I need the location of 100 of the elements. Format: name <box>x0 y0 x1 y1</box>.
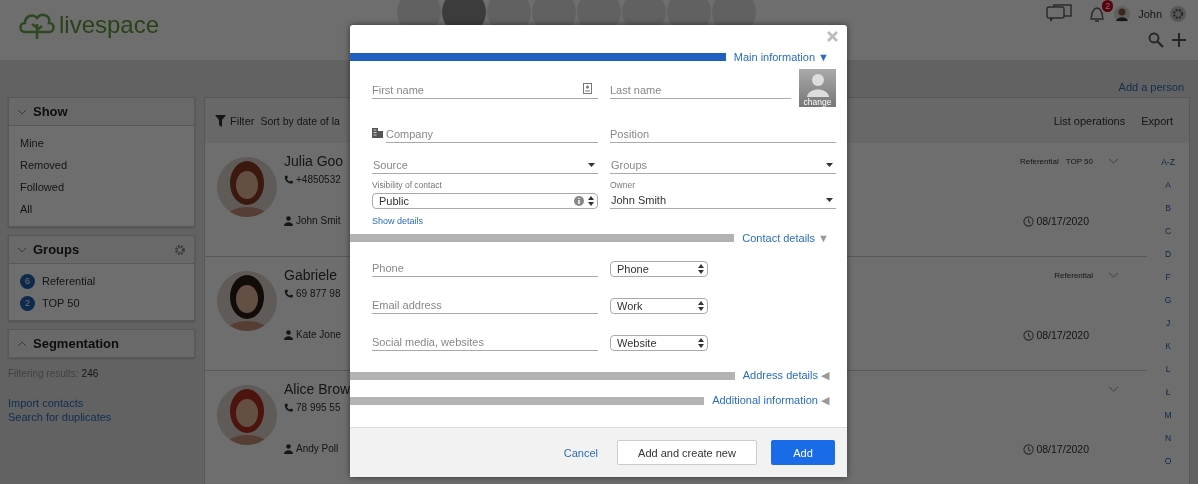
owner-dropdown[interactable]: John Smith <box>610 193 836 209</box>
search-icon[interactable] <box>1148 32 1164 48</box>
clock-icon <box>1023 329 1035 341</box>
contact-phone: +4850532 <box>296 174 341 185</box>
field-label: Visibility of contact <box>372 180 443 190</box>
group-item[interactable]: Referential <box>42 275 96 287</box>
close-icon[interactable] <box>827 31 838 42</box>
alphabet-filter[interactable]: C <box>1164 226 1172 249</box>
sort-dropdown[interactable]: Sort by date of la <box>260 114 340 127</box>
panel-title[interactable]: Groups <box>33 242 80 257</box>
add-icon[interactable] <box>1172 33 1186 47</box>
cancel-link[interactable]: Cancel <box>563 446 598 459</box>
contact-name[interactable]: Alice Brow <box>284 381 354 397</box>
alphabet-filter[interactable]: F <box>1165 272 1171 295</box>
sidebar-link[interactable]: Search for duplicates <box>8 411 195 423</box>
contact-value-field[interactable]: Email address <box>372 297 598 314</box>
chevron-down-icon[interactable] <box>1108 158 1119 164</box>
chevron-down-icon[interactable] <box>1108 272 1119 278</box>
alphabet-filter[interactable]: A <box>1165 180 1171 203</box>
spinner-arrows-icon <box>698 338 704 348</box>
user-avatar-icon[interactable] <box>1114 6 1131 22</box>
settings-icon[interactable] <box>1170 6 1186 22</box>
list-action[interactable]: List operations <box>1053 114 1126 127</box>
last-name-field[interactable]: Last name <box>610 82 791 99</box>
show-details-link[interactable]: Show details <box>372 216 598 226</box>
filter-icon[interactable] <box>215 114 226 127</box>
chevron-up-icon[interactable] <box>17 340 27 347</box>
person-icon <box>284 443 293 454</box>
alphabet-filter[interactable]: D <box>1164 249 1172 272</box>
spinner-arrows-icon <box>698 301 704 311</box>
company-field[interactable]: Company <box>386 126 598 143</box>
photo-button[interactable]: change <box>799 69 836 107</box>
position-field[interactable]: Position <box>610 126 836 143</box>
settings-icon[interactable] <box>174 243 186 256</box>
group-item[interactable]: TOP 50 <box>42 297 80 309</box>
user-name[interactable]: John <box>1138 8 1162 20</box>
filtering-count: 246 <box>81 368 99 379</box>
chevron-down-icon[interactable] <box>17 246 27 253</box>
group-count: 2 <box>20 295 35 311</box>
type-select[interactable]: Work <box>610 298 708 314</box>
chevron-down-icon[interactable] <box>17 108 27 115</box>
building-icon <box>372 128 383 138</box>
source-dropdown[interactable]: Source <box>372 157 598 174</box>
clock-icon <box>1023 215 1035 227</box>
contact-card-icon[interactable] <box>583 83 592 94</box>
alphabet-filter[interactable]: Ł <box>1165 387 1171 410</box>
filter-button[interactable]: Filter <box>230 114 255 127</box>
sidebar-link[interactable]: Import contacts <box>8 397 195 409</box>
filter-option[interactable]: Removed <box>20 154 194 176</box>
logo-text[interactable]: livespace <box>59 11 160 39</box>
alphabet-filter[interactable]: K <box>1165 341 1171 364</box>
alphabet-filter[interactable]: A-Z <box>1161 157 1175 180</box>
type-select[interactable]: Website <box>610 335 708 351</box>
contact-owner: Kate Jone <box>296 329 342 340</box>
clock-icon <box>1023 443 1035 455</box>
person-icon <box>284 329 293 340</box>
section-toggle[interactable]: Additional information ◀ <box>712 394 829 407</box>
chevron-down-icon[interactable] <box>1108 386 1119 392</box>
contact-value-field[interactable]: Phone <box>372 260 598 277</box>
alphabet-filter[interactable]: L <box>1165 364 1171 387</box>
chat-icon[interactable] <box>1046 4 1073 24</box>
contact-tag: TOP 50 <box>1065 156 1093 166</box>
alphabet-filter[interactable]: M <box>1164 410 1172 433</box>
contact-owner: John Smit <box>296 215 341 226</box>
alphabet-filter[interactable]: B <box>1165 203 1171 226</box>
visibility-select[interactable]: Public <box>372 193 598 209</box>
contact-date: 08/17/2020 <box>1036 215 1089 227</box>
alphabet-filter[interactable]: J <box>1165 318 1171 341</box>
info-icon[interactable] <box>574 196 584 206</box>
caret-icon <box>826 163 833 167</box>
section-toggle[interactable]: Contact details ▼ <box>742 232 829 244</box>
add-and-create-new-button[interactable]: Add and create new <box>617 440 757 465</box>
add-person-link[interactable]: Add a person <box>1118 81 1184 93</box>
person-icon <box>284 215 293 226</box>
first-name-field[interactable]: First name <box>372 82 598 99</box>
panel-title[interactable]: Show <box>33 104 68 119</box>
contact-name[interactable]: Julia Goo <box>284 153 354 169</box>
alphabet-filter[interactable]: N <box>1164 433 1172 456</box>
caret-icon <box>588 163 595 167</box>
filter-option[interactable]: Mine <box>20 132 194 154</box>
groups-dropdown[interactable]: Groups <box>610 157 836 174</box>
bell-icon[interactable] <box>1088 4 1107 24</box>
contact-date: 08/17/2020 <box>1036 329 1089 341</box>
section-toggle[interactable]: Main information ▼ <box>733 51 829 63</box>
alphabet-filter[interactable]: O <box>1164 456 1172 479</box>
caret-icon <box>826 198 833 202</box>
add-button[interactable]: Add <box>771 440 835 465</box>
notification-badge: 2 <box>1102 0 1114 12</box>
type-select[interactable]: Phone <box>610 261 708 277</box>
list-action[interactable]: Export <box>1141 114 1173 127</box>
filter-option[interactable]: Followed <box>20 176 194 198</box>
section-toggle[interactable]: Address details ◀ <box>742 369 829 382</box>
alphabet-filter[interactable]: G <box>1164 295 1172 318</box>
contact-value-field[interactable]: Social media, websites <box>372 334 598 351</box>
contact-name[interactable]: Gabriele <box>284 267 354 283</box>
contact-phone: 69 877 98 <box>296 288 341 299</box>
field-label: Owner <box>610 180 637 190</box>
phone-icon <box>284 175 293 184</box>
filter-option[interactable]: All <box>20 198 194 220</box>
panel-title[interactable]: Segmentation <box>33 336 119 351</box>
